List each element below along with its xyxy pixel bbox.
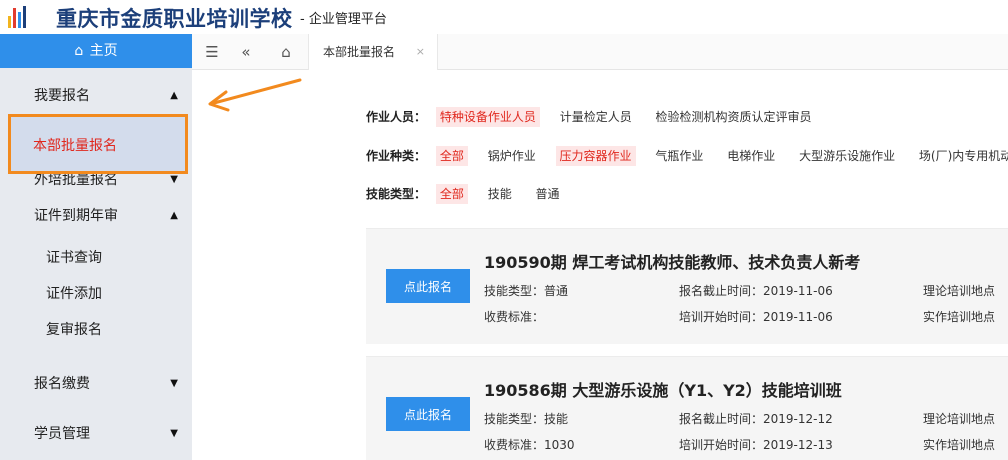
course-title: 190590期 焊工考试机构技能教师、技术负责人新考 bbox=[484, 253, 861, 272]
sidebar-item-enroll[interactable]: 我要报名 ▲ bbox=[0, 78, 192, 114]
course-skill-type: 技能类型：技能 bbox=[484, 412, 569, 426]
course-practice-site: 实作培训地点 bbox=[923, 310, 996, 324]
filter-option[interactable]: 锅炉作业 bbox=[484, 146, 540, 166]
enroll-button[interactable]: 点此报名 bbox=[386, 397, 470, 431]
filter-option[interactable]: 计量检定人员 bbox=[556, 107, 636, 127]
course-fee: 收费标准： bbox=[484, 310, 545, 324]
course-theory-site: 理论培训地点 bbox=[923, 284, 996, 298]
filter-personnel: 作业人员： 特种设备作业人员 计量检定人员 检验检测机构资质认定评审员 bbox=[366, 107, 828, 127]
filter-option[interactable]: 特种设备作业人员 bbox=[435, 107, 540, 127]
sidebar-item-label: 本部批量报名 bbox=[33, 138, 117, 154]
home-icon[interactable]: ⌂ bbox=[272, 34, 300, 70]
sidebar-item-label: 我要报名 bbox=[34, 88, 90, 104]
course-card: 190590期 焊工考试机构技能教师、技术负责人新考 点此报名 技能类型：普通 … bbox=[366, 228, 1008, 344]
course-deadline: 报名截止时间：2019-12-12 bbox=[679, 412, 833, 426]
tab-label: 本部批量报名 bbox=[323, 45, 396, 59]
double-chevron-left-icon[interactable]: « bbox=[232, 34, 260, 70]
filter-option[interactable]: 场(厂)内专用机动车 bbox=[915, 146, 1008, 166]
filter-option[interactable]: 压力容器作业 bbox=[555, 146, 636, 166]
filter-option[interactable]: 普通 bbox=[532, 184, 564, 204]
sidebar-item-label: 外培批量报名 bbox=[34, 172, 118, 188]
tab-bar: ☰ « ⌂ 本部批量报名 × bbox=[192, 34, 1008, 70]
school-logo-icon bbox=[8, 6, 26, 28]
course-theory-site: 理论培训地点 bbox=[923, 412, 996, 426]
course-title: 190586期 大型游乐设施（Y1、Y2）技能培训班 bbox=[484, 381, 842, 400]
sidebar-item-students[interactable]: 学员管理 ▼ bbox=[0, 416, 192, 452]
tab-local-batch[interactable]: 本部批量报名 × bbox=[308, 34, 438, 70]
filter-option[interactable]: 大型游乐设施作业 bbox=[795, 146, 899, 166]
home-icon: ⌂ bbox=[74, 43, 84, 59]
school-title: 重庆市金质职业培训学校 bbox=[56, 7, 293, 31]
sidebar-item-payment[interactable]: 报名缴费 ▼ bbox=[0, 366, 192, 402]
filter-option[interactable]: 电梯作业 bbox=[723, 146, 779, 166]
chevron-up-icon: ▲ bbox=[170, 210, 178, 221]
filter-skill: 技能类型： 全部 技能 普通 bbox=[366, 184, 576, 204]
course-start-date: 培训开始时间：2019-11-06 bbox=[679, 310, 833, 324]
home-button[interactable]: ⌂ 主页 bbox=[0, 34, 192, 68]
filter-option[interactable]: 气瓶作业 bbox=[651, 146, 707, 166]
sidebar-item-label: 证件到期年审 bbox=[34, 208, 118, 224]
filter-label: 作业种类： bbox=[366, 149, 427, 163]
sidebar-item-cert-review[interactable]: 证件到期年审 ▲ bbox=[0, 198, 192, 234]
filter-option[interactable]: 技能 bbox=[484, 184, 516, 204]
menu-toggle-icon[interactable]: ☰ bbox=[198, 34, 226, 70]
annotation-arrow-icon bbox=[208, 78, 302, 112]
course-card: 190586期 大型游乐设施（Y1、Y2）技能培训班 点此报名 技能类型：技能 … bbox=[366, 356, 1008, 460]
course-practice-site: 实作培训地点 bbox=[923, 438, 996, 452]
sidebar-item-review-enroll[interactable]: 复审报名 bbox=[0, 312, 192, 348]
filter-category: 作业种类： 全部 锅炉作业 压力容器作业 气瓶作业 电梯作业 大型游乐设施作业 … bbox=[366, 146, 1008, 166]
filter-option[interactable]: 全部 bbox=[435, 146, 468, 166]
app-header: 重庆市金质职业培训学校 - 企业管理平台 bbox=[0, 0, 1008, 34]
sidebar-item-label: 学员管理 bbox=[34, 426, 90, 442]
filter-label: 技能类型： bbox=[366, 187, 427, 201]
sidebar-item-cert-query[interactable]: 证书查询 bbox=[0, 240, 192, 276]
sidebar-item-cert-add[interactable]: 证件添加 bbox=[0, 276, 192, 312]
chevron-down-icon: ▼ bbox=[170, 378, 178, 389]
enroll-button[interactable]: 点此报名 bbox=[386, 269, 470, 303]
course-start-date: 培训开始时间：2019-12-13 bbox=[679, 438, 833, 452]
sidebar-item-label: 证书查询 bbox=[46, 250, 102, 266]
chevron-down-icon: ▼ bbox=[170, 428, 178, 439]
filter-option[interactable]: 检验检测机构资质认定评审员 bbox=[652, 107, 816, 127]
course-fee: 收费标准：1030 bbox=[484, 438, 575, 452]
sidebar: ⌂ 主页 我要报名 ▲ 外培批量报名 ▼ 本部批量报名 证件到期年审 ▲ 证书查… bbox=[0, 34, 192, 460]
filter-option[interactable]: 全部 bbox=[435, 184, 468, 204]
sidebar-item-label: 复审报名 bbox=[46, 322, 102, 338]
chevron-up-icon: ▲ bbox=[170, 90, 178, 101]
platform-title: - 企业管理平台 bbox=[300, 12, 387, 27]
course-skill-type: 技能类型：普通 bbox=[484, 284, 569, 298]
sidebar-item-label: 证件添加 bbox=[46, 286, 102, 302]
sidebar-item-local-batch[interactable]: 本部批量报名 bbox=[8, 114, 188, 174]
filter-label: 作业人员： bbox=[366, 110, 427, 124]
home-label: 主页 bbox=[89, 43, 118, 59]
close-icon[interactable]: × bbox=[416, 34, 425, 70]
sidebar-item-label: 报名缴费 bbox=[34, 376, 90, 392]
course-deadline: 报名截止时间：2019-11-06 bbox=[679, 284, 833, 298]
